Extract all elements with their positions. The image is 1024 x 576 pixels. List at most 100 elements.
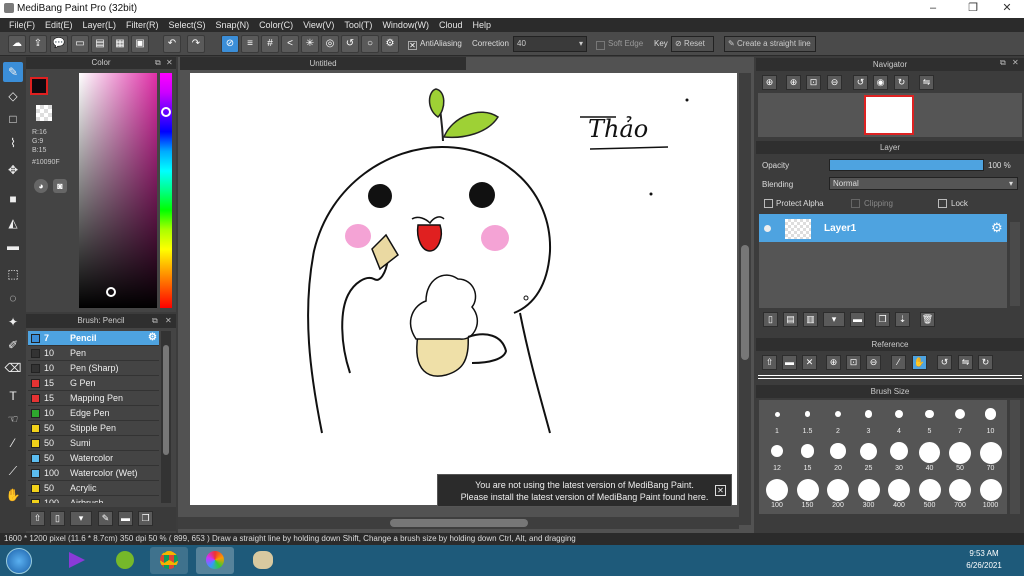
zoom-out-icon[interactable]: ⊖ bbox=[827, 75, 842, 90]
taskbar-date[interactable]: 6/26/2021 bbox=[960, 561, 1008, 570]
operation-tool-icon[interactable]: ☜ bbox=[3, 409, 23, 429]
radial-snap-icon[interactable]: ✳ bbox=[301, 35, 319, 53]
menu-filter[interactable]: Filter(R) bbox=[121, 18, 164, 32]
new-halftone-layer-icon[interactable]: ▤ bbox=[783, 312, 798, 327]
new-brush-icon[interactable]: ▯ bbox=[50, 511, 65, 526]
text-tool-icon[interactable]: T bbox=[3, 386, 23, 406]
create-straight-line-button[interactable]: ✎ Create a straight line bbox=[724, 36, 816, 52]
undo-icon[interactable]: ↶ bbox=[163, 35, 181, 53]
reference-flip-icon[interactable]: ⇋ bbox=[958, 355, 973, 370]
brush-size-option[interactable]: 30 bbox=[885, 441, 913, 475]
brush-list-item[interactable]: 100 Airbrush bbox=[28, 496, 159, 503]
brush-list-item[interactable]: 10 Pen (Sharp) bbox=[28, 361, 159, 376]
brush-size-option[interactable]: 500 bbox=[916, 478, 944, 512]
brush-list-item[interactable]: 50 Acrylic bbox=[28, 481, 159, 496]
parallel-snap-icon[interactable]: ≡ bbox=[241, 35, 259, 53]
vertical-scrollbar[interactable] bbox=[739, 73, 751, 525]
taskbar-app-paint[interactable] bbox=[244, 547, 282, 574]
brush-size-option[interactable]: 7 bbox=[946, 404, 974, 438]
document-tab[interactable]: Untitled bbox=[180, 57, 466, 70]
primary-color-swatch[interactable] bbox=[30, 77, 48, 95]
panel-popout-icon[interactable]: ⧉ bbox=[155, 58, 161, 68]
select-pen-tool-icon[interactable]: ✐ bbox=[3, 335, 23, 355]
dot-tool-icon[interactable]: □ bbox=[3, 109, 23, 129]
menu-edit[interactable]: Edit(E) bbox=[40, 18, 78, 32]
color-settings-icon[interactable]: ◙ bbox=[53, 179, 67, 193]
brush-list-item[interactable]: 50 Stipple Pen bbox=[28, 421, 159, 436]
layer-visibility-icon[interactable] bbox=[764, 225, 771, 232]
add-brush-menu-icon[interactable]: ▾ bbox=[70, 511, 92, 526]
menu-layer[interactable]: Layer(L) bbox=[78, 18, 122, 32]
layer-settings-gear-icon[interactable]: ⚙ bbox=[991, 220, 1003, 236]
eraser-tool-icon[interactable]: ◇ bbox=[3, 86, 23, 106]
cross-snap-icon[interactable]: # bbox=[261, 35, 279, 53]
cloud-icon[interactable]: ☁ bbox=[8, 35, 26, 53]
brush-size-option[interactable]: 300 bbox=[855, 478, 883, 512]
magic-wand-tool-icon[interactable]: ✦ bbox=[3, 312, 23, 332]
reference-open-icon[interactable]: ⇧ bbox=[762, 355, 777, 370]
brush-settings-icon[interactable]: ✎ bbox=[98, 511, 113, 526]
brush-size-option[interactable]: 25 bbox=[855, 441, 883, 475]
saturation-value-picker[interactable] bbox=[79, 73, 157, 308]
share-icon[interactable]: ⇪ bbox=[29, 35, 47, 53]
layer-row[interactable]: Layer1 ⚙ bbox=[759, 214, 1007, 242]
maximize-button[interactable]: ❐ bbox=[960, 0, 986, 16]
lock-checkbox[interactable] bbox=[938, 199, 947, 208]
transparent-color-swatch[interactable] bbox=[36, 105, 52, 121]
add-layer-menu-icon[interactable]: ▾ bbox=[823, 312, 845, 327]
antialiasing-checkbox[interactable]: ✕ bbox=[408, 41, 417, 50]
lasso-tool-icon[interactable]: ◌ bbox=[3, 288, 23, 308]
brush-folder-icon[interactable]: ▬ bbox=[118, 511, 133, 526]
menu-color[interactable]: Color(C) bbox=[254, 18, 298, 32]
frame-icon[interactable]: ▣ bbox=[131, 35, 149, 53]
menu-snap[interactable]: Snap(N) bbox=[211, 18, 255, 32]
menu-tool[interactable]: Tool(T) bbox=[339, 18, 377, 32]
taskbar-app-medibang[interactable] bbox=[196, 547, 234, 574]
vanishing-snap-icon[interactable]: < bbox=[281, 35, 299, 53]
reset-button[interactable]: ⊘ Reset bbox=[671, 36, 714, 52]
curve-snap-icon[interactable]: ↺ bbox=[341, 35, 359, 53]
brush-size-option[interactable]: 3 bbox=[855, 404, 883, 438]
duplicate-brush-icon[interactable]: ❐ bbox=[138, 511, 153, 526]
brush-list-item[interactable]: 15 Mapping Pen bbox=[28, 391, 159, 406]
select-eraser-tool-icon[interactable]: ⌫ bbox=[3, 358, 23, 378]
reset-rotation-icon[interactable]: ◉ bbox=[873, 75, 888, 90]
horizontal-scrollbar-thumb[interactable] bbox=[390, 519, 528, 527]
reference-folder-icon[interactable]: ▬ bbox=[782, 355, 797, 370]
eyedropper-tool-icon[interactable]: ⁄ bbox=[3, 433, 23, 453]
panel-popout-icon[interactable]: ⧉ bbox=[1000, 58, 1006, 68]
bucket-tool-icon[interactable]: ◭ bbox=[3, 213, 23, 233]
duplicate-layer-icon[interactable]: ❐ bbox=[875, 312, 890, 327]
brush-size-option[interactable]: 150 bbox=[794, 478, 822, 512]
panel-popout-icon[interactable]: ⧉ bbox=[152, 316, 158, 326]
menu-cloud[interactable]: Cloud bbox=[434, 18, 468, 32]
update-notification[interactable]: You are not using the latest version of … bbox=[437, 474, 732, 507]
fill-rect-icon[interactable]: ■ bbox=[3, 189, 23, 209]
vertical-scrollbar-thumb[interactable] bbox=[741, 245, 749, 360]
brush-list-item[interactable]: 100 Watercolor (Wet) bbox=[28, 466, 159, 481]
menu-select[interactable]: Select(S) bbox=[164, 18, 211, 32]
circle-snap-icon[interactable]: ○ bbox=[361, 35, 379, 53]
brush-list-item[interactable]: 50 Sumi bbox=[28, 436, 159, 451]
navigator-preview[interactable] bbox=[758, 93, 1022, 137]
divide-tool-icon[interactable]: ⟋ bbox=[3, 461, 23, 481]
taskbar-time[interactable]: 9:53 AM bbox=[962, 549, 1006, 558]
snap-off-icon[interactable]: ⊘ bbox=[221, 35, 239, 53]
close-button[interactable]: ✕ bbox=[994, 0, 1020, 16]
comment-icon[interactable]: 💬 bbox=[50, 35, 68, 53]
gradient-tool-icon[interactable]: ▬ bbox=[3, 236, 23, 256]
brush-list-item[interactable]: 10 Pen bbox=[28, 346, 159, 361]
fit-view-icon[interactable]: ⊡ bbox=[806, 75, 821, 90]
hue-slider-handle[interactable] bbox=[161, 107, 171, 117]
new-8bit-layer-icon[interactable]: ▥ bbox=[803, 312, 818, 327]
brush-size-option[interactable]: 400 bbox=[885, 478, 913, 512]
brush-size-option[interactable]: 100 bbox=[763, 478, 791, 512]
protect-alpha-checkbox[interactable] bbox=[764, 199, 773, 208]
reference-rotate-left-icon[interactable]: ↺ bbox=[937, 355, 952, 370]
opacity-slider[interactable] bbox=[829, 159, 984, 171]
taskbar-app-video[interactable] bbox=[58, 547, 96, 574]
taskbar-app-utorrent[interactable] bbox=[106, 547, 144, 574]
blending-select[interactable]: Normal ▾ bbox=[829, 177, 1018, 190]
notification-close-icon[interactable]: ✕ bbox=[715, 485, 726, 496]
brush-size-option[interactable]: 20 bbox=[824, 441, 852, 475]
